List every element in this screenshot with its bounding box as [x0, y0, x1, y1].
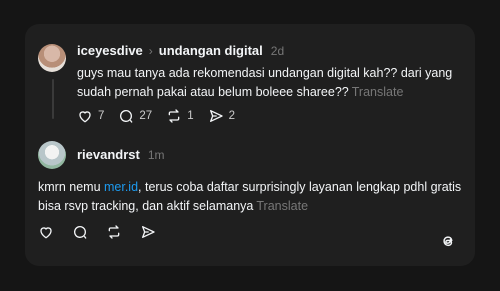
- send-icon: [142, 226, 155, 238]
- repost-button[interactable]: 1: [166, 108, 194, 124]
- share-button[interactable]: 2: [208, 108, 235, 124]
- heart-icon: [40, 227, 52, 239]
- thread-card: iceyesdive › undangan digital 2d guys ma…: [25, 24, 475, 266]
- post-header: iceyesdive › undangan digital 2d: [77, 43, 284, 58]
- avatar[interactable]: [38, 141, 66, 169]
- post-actions: [38, 224, 170, 240]
- send-icon: [209, 110, 223, 122]
- comment-count: 27: [139, 110, 153, 122]
- timestamp[interactable]: 1m: [148, 148, 165, 162]
- threads-logo-icon[interactable]: [439, 232, 457, 250]
- repost-count: 1: [187, 110, 194, 122]
- username[interactable]: iceyesdive: [77, 43, 143, 58]
- comment-bubble-icon: [120, 110, 133, 123]
- inline-link[interactable]: mer.id: [104, 180, 138, 194]
- comment-button[interactable]: 27: [118, 108, 152, 124]
- post-text-before-link: kmrn nemu: [38, 180, 104, 194]
- timestamp[interactable]: 2d: [271, 44, 284, 58]
- post-header: rievandrst 1m: [77, 147, 165, 162]
- like-button[interactable]: 7: [77, 108, 104, 124]
- repost-icon: [108, 225, 120, 239]
- like-count: 7: [98, 110, 105, 122]
- translate-link[interactable]: Translate: [352, 85, 404, 99]
- share-button[interactable]: [140, 224, 156, 240]
- heart-icon: [79, 111, 91, 123]
- repost-button[interactable]: [106, 224, 122, 240]
- post-body: kmrn nemu mer.id, terus coba daftar surp…: [38, 178, 463, 216]
- avatar[interactable]: [38, 44, 66, 72]
- translate-link[interactable]: Translate: [256, 199, 308, 213]
- post-body: guys mau tanya ada rekomendasi undangan …: [77, 64, 462, 102]
- chevron-right-icon: ›: [148, 43, 153, 58]
- comment-button[interactable]: [72, 224, 88, 240]
- thread-connector-line: [52, 79, 54, 119]
- username[interactable]: rievandrst: [77, 147, 140, 162]
- reply-to-topic[interactable]: undangan digital: [159, 43, 263, 58]
- like-button[interactable]: [38, 224, 54, 240]
- repost-icon: [168, 109, 180, 123]
- post-actions: 7 27 1 2: [77, 108, 249, 124]
- comment-bubble-icon: [74, 226, 87, 239]
- share-count: 2: [228, 110, 236, 122]
